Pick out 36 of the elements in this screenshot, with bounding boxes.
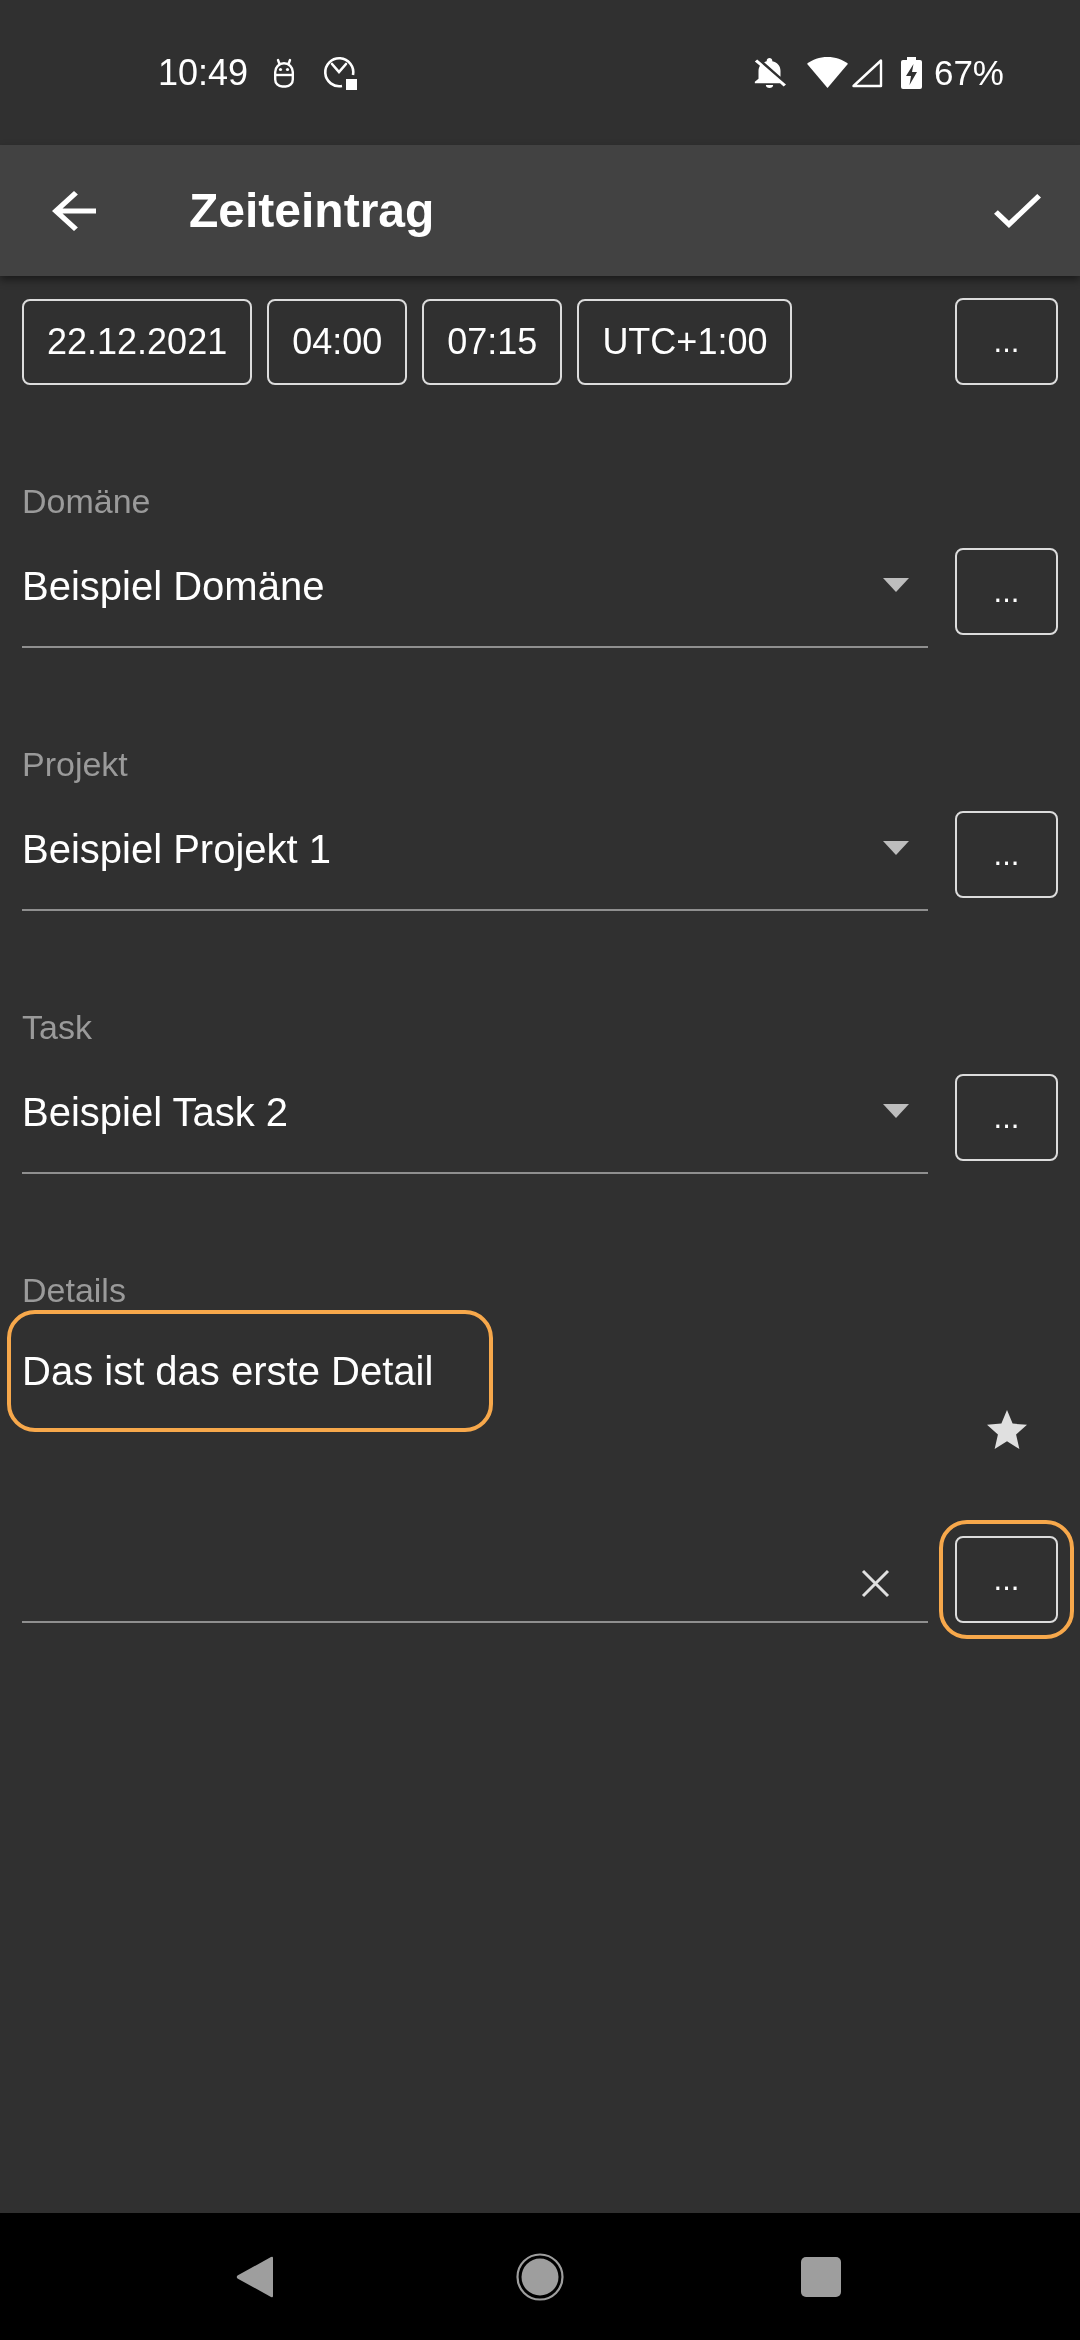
signal-icon xyxy=(850,57,883,88)
clear-icon[interactable] xyxy=(861,1569,890,1598)
dropdown-field[interactable]: Beispiel Projekt 1 xyxy=(22,811,928,911)
more-button[interactable]: ... xyxy=(955,811,1058,898)
battery-charging-icon xyxy=(900,56,922,89)
caret-icon xyxy=(883,841,909,855)
battery-percent: 67% xyxy=(933,55,1004,90)
clock-icon xyxy=(322,54,359,91)
check-icon[interactable] xyxy=(994,193,1041,228)
home-icon[interactable] xyxy=(516,2252,564,2301)
datetime-chip[interactable]: 04:00 xyxy=(267,298,408,385)
back-nav-icon[interactable] xyxy=(236,2255,274,2298)
datetime-chip[interactable]: 22.12.2021 xyxy=(22,298,253,385)
more-button[interactable]: ... xyxy=(955,1536,1058,1623)
dropdown-field[interactable]: Beispiel Domäne xyxy=(22,548,928,648)
datetime-chip[interactable]: UTC+1:00 xyxy=(577,298,793,385)
screen-title: Zeiteintrag xyxy=(189,186,435,235)
field-label: Projekt xyxy=(22,744,129,784)
more-button[interactable]: ... xyxy=(955,1074,1058,1161)
more-button[interactable]: ... xyxy=(955,548,1058,635)
field-label: Task xyxy=(22,1007,93,1047)
caret-icon xyxy=(883,1104,909,1118)
field-label: Details xyxy=(22,1270,127,1310)
bell-off-icon xyxy=(752,57,786,88)
robot-icon xyxy=(272,57,297,88)
datetime-chip[interactable]: 07:15 xyxy=(422,298,563,385)
back-icon[interactable] xyxy=(52,190,96,231)
field-label: Domäne xyxy=(22,481,152,521)
star-icon[interactable] xyxy=(986,1410,1027,1449)
more-button[interactable]: ... xyxy=(955,298,1058,385)
detail-text: Das ist das erste Detail xyxy=(22,1348,434,1394)
caret-icon xyxy=(883,578,909,592)
status-time: 10:49 xyxy=(158,54,249,91)
recents-icon[interactable] xyxy=(801,2256,841,2297)
wifi-icon xyxy=(806,57,848,88)
dropdown-field[interactable]: Beispiel Task 2 xyxy=(22,1074,928,1174)
